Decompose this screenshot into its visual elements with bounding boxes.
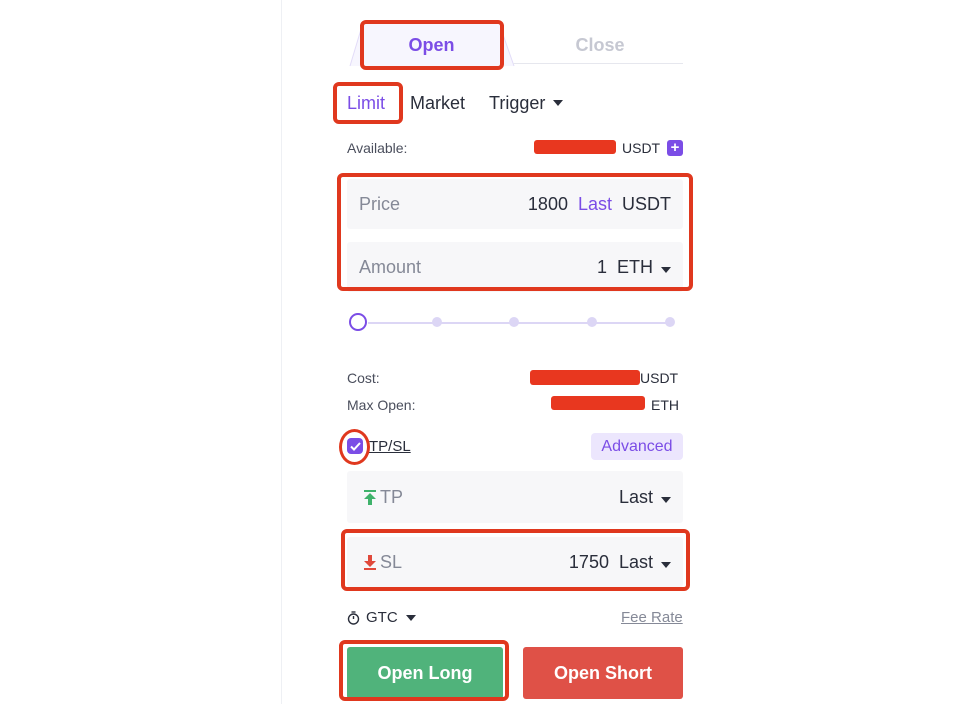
available-value-redacted: [534, 140, 616, 154]
tp-field[interactable]: TP Last: [347, 471, 683, 523]
max-open-value-redacted: [551, 396, 645, 410]
max-open-label: Max Open:: [347, 397, 416, 413]
time-in-force-value: GTC: [366, 609, 398, 626]
panel-divider: [281, 0, 282, 704]
open-short-button[interactable]: Open Short: [523, 647, 683, 699]
order-type-trigger[interactable]: Trigger: [489, 88, 564, 118]
amount-slider-track[interactable]: [368, 322, 670, 324]
order-type-trigger-label: Trigger: [489, 92, 546, 113]
slider-mark-25[interactable]: [432, 317, 442, 327]
tab-close[interactable]: Close: [520, 22, 680, 68]
slider-mark-50[interactable]: [509, 317, 519, 327]
cost-value-redacted: [530, 370, 640, 385]
chevron-down-icon: [661, 496, 671, 503]
annotation-tpsl-checkbox: [339, 429, 370, 465]
annotation-open-long: [339, 640, 509, 701]
annotation-sl: [341, 529, 690, 591]
annotation-limit: [333, 82, 403, 124]
arrow-up-icon: [364, 489, 376, 505]
add-funds-icon[interactable]: +: [667, 140, 683, 156]
available-unit: USDT: [622, 140, 661, 156]
tpsl-label[interactable]: TP/SL: [369, 438, 411, 455]
tp-label: TP: [380, 486, 404, 507]
time-in-force-select[interactable]: GTC: [347, 609, 416, 626]
slider-mark-75[interactable]: [587, 317, 597, 327]
fee-rate-link[interactable]: Fee Rate: [621, 609, 683, 626]
max-open-unit: ETH: [651, 397, 679, 413]
tp-mode: Last: [618, 486, 653, 507]
available-label: Available:: [347, 140, 408, 156]
chevron-down-icon: [405, 614, 416, 621]
slider-mark-100[interactable]: [665, 317, 675, 327]
order-type-market[interactable]: Market: [410, 88, 465, 118]
tp-mode-select[interactable]: Last: [619, 487, 671, 508]
cost-label: Cost:: [347, 370, 380, 386]
annotation-open-tab: [360, 20, 504, 70]
amount-slider-handle[interactable]: [349, 313, 367, 331]
annotation-price-amount: [337, 173, 693, 291]
chevron-down-icon: [553, 100, 564, 106]
cost-unit: USDT: [640, 370, 679, 386]
advanced-button[interactable]: Advanced: [591, 433, 683, 460]
stopwatch-icon: [347, 610, 360, 625]
